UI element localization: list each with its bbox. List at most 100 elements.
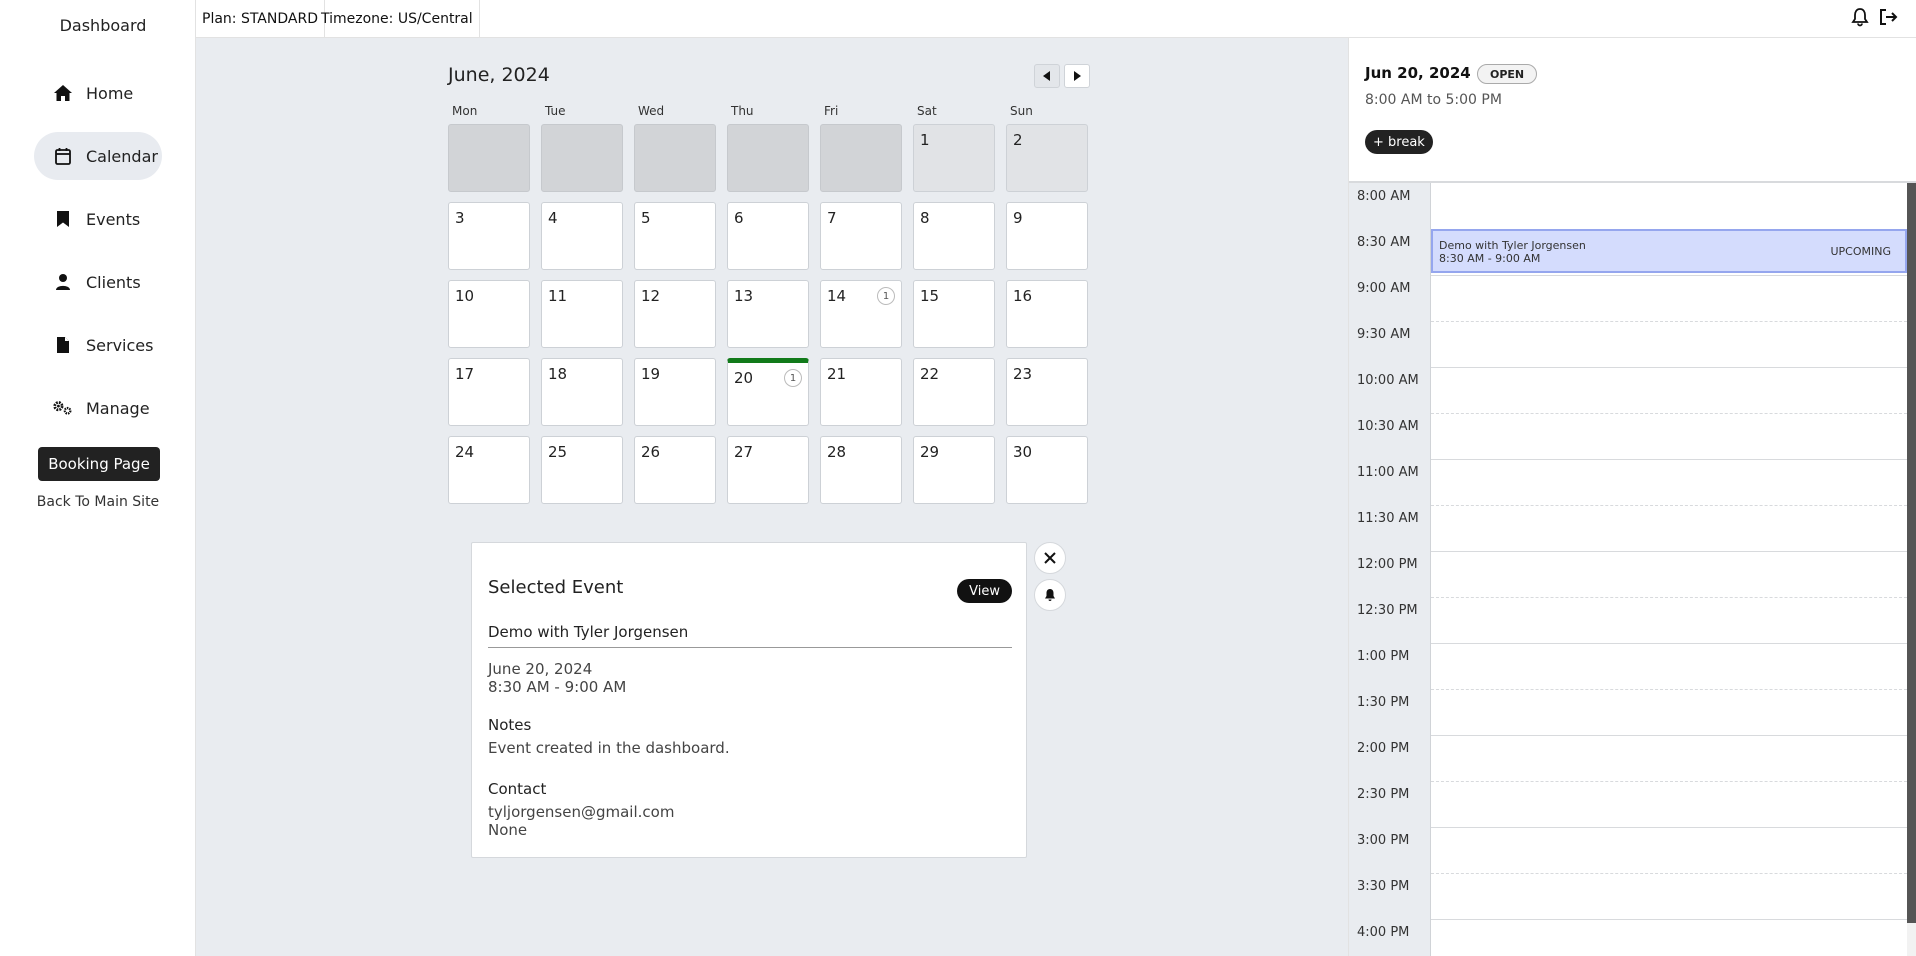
appointment-block[interactable]: Demo with Tyler Jorgensen 8:30 AM - 9:00…: [1431, 229, 1907, 273]
weekday-header: Fri: [824, 104, 839, 118]
schedule-scrollbar[interactable]: [1907, 183, 1916, 956]
calendar-day[interactable]: 7: [820, 202, 902, 270]
bell-icon: [1045, 589, 1055, 601]
time-slot-line: [1431, 781, 1907, 782]
time-slot-line: [1431, 643, 1907, 644]
day-number: 18: [548, 365, 568, 383]
weekday-header: Thu: [731, 104, 754, 118]
calendar-day[interactable]: 11: [541, 280, 623, 348]
chevron-right-icon: [1074, 71, 1081, 81]
gears-icon: [52, 397, 74, 419]
day-number: 1: [920, 131, 930, 149]
calendar-day[interactable]: 20 1: [727, 358, 809, 426]
calendar-day[interactable]: 24: [448, 436, 530, 504]
calendar-day[interactable]: 28: [820, 436, 902, 504]
day-number: 5: [641, 209, 651, 227]
add-break-button[interactable]: + break: [1365, 130, 1433, 154]
time-slot-line: [1431, 505, 1907, 506]
prev-month-button[interactable]: [1034, 64, 1060, 88]
time-slot-label: 9:00 AM: [1357, 281, 1411, 296]
event-name: Demo with Tyler Jorgensen: [488, 623, 1012, 648]
weekday-header: Mon: [452, 104, 478, 118]
day-panel: Jun 20, 2024 OPEN 8:00 AM to 5:00 PM + b…: [1348, 38, 1916, 956]
day-number: 17: [455, 365, 475, 383]
calendar-area: June, 2024 Mon Tue Wed Thu Fri Sat Sun 1234567…: [196, 38, 1348, 956]
calendar-day[interactable]: 10: [448, 280, 530, 348]
time-slot-line: [1431, 413, 1907, 414]
calendar-day[interactable]: 23: [1006, 358, 1088, 426]
calendar-day[interactable]: 21: [820, 358, 902, 426]
day-number: 14: [827, 287, 847, 305]
day-number: 2: [1013, 131, 1023, 149]
chevron-left-icon: [1043, 71, 1050, 81]
close-event-button[interactable]: [1034, 542, 1066, 574]
sidebar-item-services[interactable]: Services: [34, 321, 162, 369]
calendar-day[interactable]: 9: [1006, 202, 1088, 270]
time-slot-label: 12:00 PM: [1357, 557, 1418, 572]
time-slot-line: [1431, 873, 1907, 874]
home-icon: [52, 82, 74, 104]
calendar-day[interactable]: 5: [634, 202, 716, 270]
booking-page-button[interactable]: Booking Page: [38, 447, 160, 481]
calendar-month-title: June, 2024: [448, 64, 550, 86]
plan-label: Plan: STANDARD: [196, 0, 325, 37]
calendar-day[interactable]: 8: [913, 202, 995, 270]
calendar-day-empty: [448, 124, 530, 192]
day-number: 10: [455, 287, 475, 305]
calendar-day[interactable]: 13: [727, 280, 809, 348]
next-month-button[interactable]: [1064, 64, 1090, 88]
calendar-day[interactable]: 16: [1006, 280, 1088, 348]
day-number: 3: [455, 209, 465, 227]
calendar-day[interactable]: 2: [1006, 124, 1088, 192]
calendar-day[interactable]: 29: [913, 436, 995, 504]
time-slot-label: 2:30 PM: [1357, 787, 1410, 802]
event-reminder-button[interactable]: [1034, 579, 1066, 611]
calendar-day[interactable]: 4: [541, 202, 623, 270]
sidebar-item-events[interactable]: Events: [34, 195, 162, 243]
contact-phone: None: [488, 821, 528, 839]
scroll-thumb[interactable]: [1907, 183, 1916, 923]
sidebar-item-home[interactable]: Home: [34, 69, 162, 117]
sidebar-item-calendar[interactable]: Calendar: [34, 132, 162, 180]
day-number: 23: [1013, 365, 1033, 383]
day-panel-date: Jun 20, 2024: [1365, 64, 1471, 82]
time-slot-line: [1431, 597, 1907, 598]
sidebar-title[interactable]: Dashboard: [0, 16, 206, 35]
logout-icon[interactable]: [1878, 7, 1898, 31]
calendar-day[interactable]: 27: [727, 436, 809, 504]
calendar-day-empty: [820, 124, 902, 192]
sidebar-item-clients[interactable]: Clients: [34, 258, 162, 306]
weekday-header: Sat: [917, 104, 937, 118]
calendar-day[interactable]: 1: [913, 124, 995, 192]
calendar-day[interactable]: 22: [913, 358, 995, 426]
time-slot-line: [1431, 321, 1907, 322]
day-schedule[interactable]: 8:00 AM 8:30 AM 9:00 AM 9:30 AM 10:00 AM 10:3…: [1349, 181, 1916, 956]
calendar-day[interactable]: 15: [913, 280, 995, 348]
event-count-badge: 1: [877, 287, 895, 305]
bell-icon[interactable]: [1850, 7, 1870, 31]
calendar-day[interactable]: 18: [541, 358, 623, 426]
selected-event-heading: Selected Event: [488, 577, 624, 598]
sidebar-item-manage[interactable]: Manage: [34, 384, 162, 432]
calendar-day[interactable]: 25: [541, 436, 623, 504]
calendar-day[interactable]: 30: [1006, 436, 1088, 504]
calendar-day[interactable]: 17: [448, 358, 530, 426]
event-notes: Event created in the dashboard.: [488, 739, 730, 757]
calendar-day[interactable]: 26: [634, 436, 716, 504]
day-number: 12: [641, 287, 661, 305]
time-slot-label: 11:00 AM: [1357, 465, 1419, 480]
time-slot-label: 2:00 PM: [1357, 741, 1410, 756]
calendar-day[interactable]: 6: [727, 202, 809, 270]
day-number: 8: [920, 209, 930, 227]
time-slot-line: [1431, 735, 1907, 736]
back-to-main-site-link[interactable]: Back To Main Site: [0, 494, 196, 510]
calendar-day[interactable]: 14 1: [820, 280, 902, 348]
view-event-button[interactable]: View: [957, 579, 1012, 603]
calendar-day[interactable]: 3: [448, 202, 530, 270]
calendar-day[interactable]: 19: [634, 358, 716, 426]
calendar-day[interactable]: 12: [634, 280, 716, 348]
day-number: 20: [734, 369, 754, 387]
day-number: 13: [734, 287, 754, 305]
day-number: 15: [920, 287, 940, 305]
day-number: 6: [734, 209, 744, 227]
